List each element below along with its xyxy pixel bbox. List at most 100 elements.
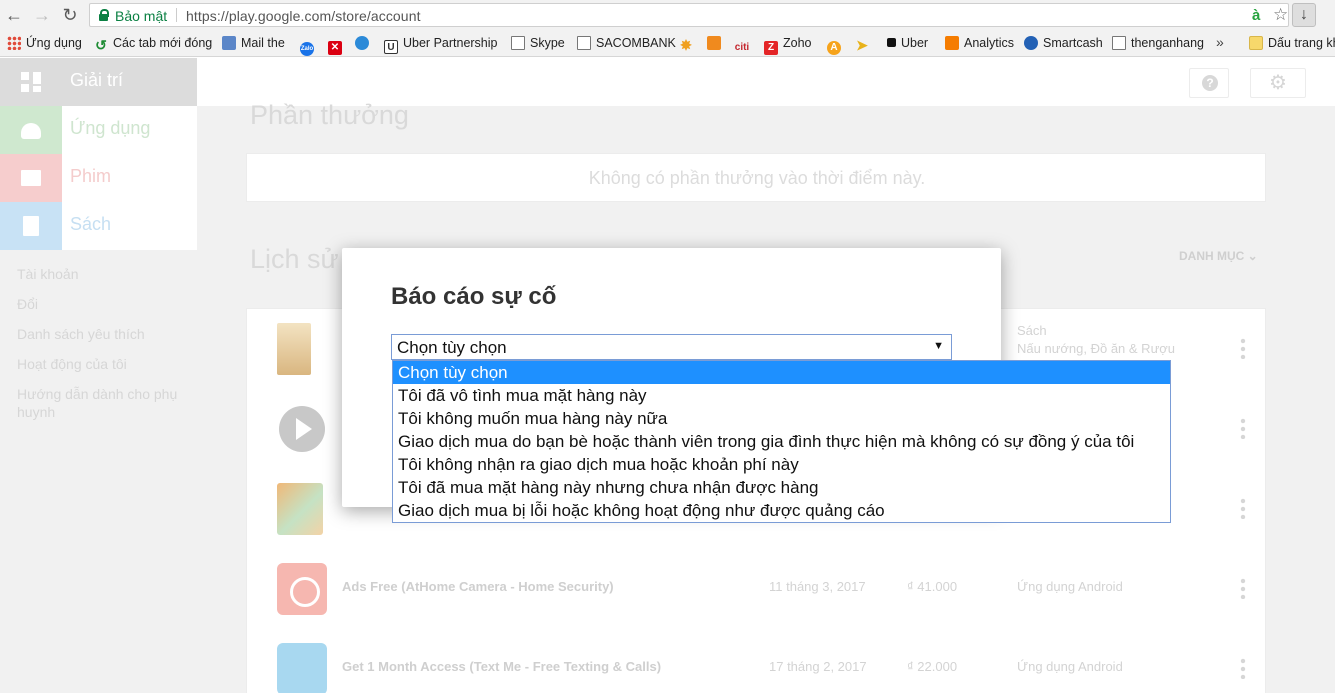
bookmark-arrow[interactable]: ➤ <box>855 35 874 53</box>
address-bar[interactable]: Bảo mật https://play.google.com/store/ac… <box>89 3 1289 27</box>
history-heading: Lịch sử <box>250 244 339 274</box>
more-options-icon[interactable] <box>1240 497 1246 519</box>
item-date: 17 tháng 2, 2017 <box>769 659 867 674</box>
extension-icon[interactable]: à <box>1252 7 1260 24</box>
mail-icon <box>222 36 236 50</box>
dropdown-arrow-icon[interactable]: ▼ <box>933 340 944 352</box>
bookmark-label: Dấu trang khác <box>1268 36 1335 50</box>
bookmarks-bar: Ứng dụng ↺ Các tab mới đóng Mail the Zalo… <box>0 30 1335 57</box>
grid-icon <box>21 72 41 92</box>
bookmark-citi[interactable]: citi <box>733 35 756 53</box>
bookmark-analytics[interactable]: Analytics <box>945 35 1014 53</box>
bookmark-star[interactable]: ✸ <box>679 35 698 53</box>
bookmark-label: Analytics <box>964 36 1015 50</box>
rewards-empty-message: Không có phần thưởng vào thời điểm này. <box>588 168 926 188</box>
reason-option[interactable]: Tôi không muốn mua hàng này nữa <box>393 407 1170 430</box>
more-options-icon[interactable] <box>1240 417 1246 439</box>
settings-button[interactable]: ⚙ <box>1250 68 1306 98</box>
bookmark-globe[interactable] <box>355 35 374 53</box>
url-text[interactable]: https://play.google.com/store/account <box>186 8 421 24</box>
bookmark-hsbc[interactable]: ✕ <box>328 35 347 55</box>
bookmark-zoho[interactable]: Z Zoho <box>764 35 812 55</box>
reason-option[interactable]: Tôi đã vô tình mua mặt hàng này <box>393 384 1170 407</box>
book-icon <box>23 216 39 236</box>
side-link-wishlist[interactable]: Danh sách yêu thích <box>17 325 187 343</box>
item-price: ₫ 22.000 <box>907 659 958 674</box>
reason-option[interactable]: Tôi đã mua mặt hàng này nhưng chưa nhận … <box>393 476 1170 499</box>
bookmark-other-folder[interactable]: Dấu trang khác <box>1249 35 1335 53</box>
page-icon <box>511 36 525 50</box>
category-label: Phim <box>70 166 112 186</box>
bookmark-recent-tabs[interactable]: ↺ Các tab mới đóng <box>94 35 212 53</box>
uber-icon: U <box>384 40 398 54</box>
reason-select[interactable]: Chọn tùy chọn ▼ <box>391 334 952 360</box>
bookmark-smartcash[interactable]: Smartcash <box>1024 35 1103 53</box>
bookmark-label: thenganhang <box>1131 36 1204 50</box>
item-price: ₫ 41.000 <box>907 579 958 594</box>
forward-button[interactable]: → <box>31 4 53 26</box>
bookmarks-overflow-button[interactable]: » <box>1216 34 1224 50</box>
bookmark-label: SACOMBANK <box>596 36 676 50</box>
bookmark-label: Mail the <box>241 36 285 50</box>
category-apps[interactable]: Ứng dụng <box>0 106 197 154</box>
more-options-icon[interactable] <box>1240 577 1246 599</box>
address-separator <box>176 8 177 22</box>
category-movies[interactable]: Phim <box>0 154 197 202</box>
table-row[interactable]: Get 1 Month Access (Text Me - Free Texti… <box>247 629 1267 693</box>
bookmark-zalo[interactable]: Zalo <box>300 35 319 56</box>
a-circle-icon: A <box>827 41 841 55</box>
reason-option[interactable]: Tôi không nhận ra giao dịch mua hoặc kho… <box>393 453 1170 476</box>
category-label: Ứng dụng <box>70 118 151 138</box>
bookmark-skype[interactable]: Skype <box>511 35 565 53</box>
reason-option[interactable]: Giao dịch mua bị lỗi hoặc không hoạt độn… <box>393 499 1170 522</box>
dialog-title: Báo cáo sự cố <box>391 283 557 310</box>
category-filter-dropdown[interactable]: DANH MỤC ⌄ <box>1179 249 1258 263</box>
item-type: Ứng dụng Android <box>1017 659 1123 674</box>
back-button[interactable]: ← <box>3 4 25 26</box>
table-row[interactable]: Ads Free (AtHome Camera - Home Security)… <box>247 549 1267 629</box>
folder-icon <box>1249 36 1263 50</box>
item-title: Ads Free (AtHome Camera - Home Security) <box>342 579 614 594</box>
category-entertainment[interactable]: Giải trí <box>0 58 197 106</box>
side-link-redeem[interactable]: Đổi <box>17 295 187 313</box>
more-options-icon[interactable] <box>1240 657 1246 679</box>
play-header: ⚙ <box>0 58 1335 106</box>
page-icon <box>1112 36 1126 50</box>
category-books[interactable]: Sách <box>0 202 197 250</box>
item-subtype: Nấu nướng, Đồ ăn & Rượu <box>1017 341 1176 356</box>
category-label: Sách <box>70 214 112 234</box>
rewards-panel: Không có phần thưởng vào thời điểm này. <box>246 153 1266 202</box>
side-link-activity[interactable]: Hoạt động của tôi <box>17 355 187 373</box>
bookmark-mail[interactable]: Mail the <box>222 35 285 53</box>
item-type: Sách <box>1017 323 1047 338</box>
side-link-parent-guide[interactable]: Hướng dẫn dành cho phụ huynh <box>17 385 187 421</box>
category-swatch <box>0 154 62 202</box>
apps-icon <box>7 36 21 50</box>
bookmark-label: Các tab mới đóng <box>113 36 213 50</box>
more-options-icon[interactable] <box>1240 337 1246 359</box>
reason-options-list: Chọn tùy chọn Tôi đã vô tình mua mặt hàn… <box>392 360 1171 523</box>
lock-icon <box>99 9 109 21</box>
rewards-heading: Phần thưởng <box>250 100 409 130</box>
help-button[interactable] <box>1189 68 1229 98</box>
bookmark-uber[interactable]: Uber <box>887 35 928 53</box>
reason-option[interactable]: Giao dịch mua do bạn bè hoặc thành viên … <box>393 430 1170 453</box>
analytics-icon <box>945 36 959 50</box>
bookmark-label: Ứng dụng <box>26 36 82 50</box>
browser-toolbar: ← → ↻ Bảo mật https://play.google.com/st… <box>0 0 1335 30</box>
reload-button[interactable]: ↻ <box>59 4 81 26</box>
bookmark-apps[interactable]: Ứng dụng <box>7 35 82 53</box>
bookmark-label: Uber Partnership <box>403 36 498 50</box>
bookmark-uber-partnership[interactable]: U Uber Partnership <box>384 35 498 54</box>
bookmark-a[interactable]: A <box>827 35 846 55</box>
bookmark-sacombank[interactable]: SACOMBANK <box>577 35 676 53</box>
bookmark-thenganhang[interactable]: thenganhang <box>1112 35 1204 53</box>
reason-option[interactable]: Chọn tùy chọn <box>393 361 1170 384</box>
item-thumbnail <box>277 483 323 535</box>
bookmark-label: Smartcash <box>1043 36 1103 50</box>
bookmark-triangle[interactable] <box>707 35 726 53</box>
side-link-account[interactable]: Tài khoản <box>17 265 187 283</box>
download-button[interactable]: ↓ <box>1292 3 1316 27</box>
bookmark-star-icon[interactable]: ☆ <box>1273 5 1288 25</box>
page-icon <box>577 36 591 50</box>
